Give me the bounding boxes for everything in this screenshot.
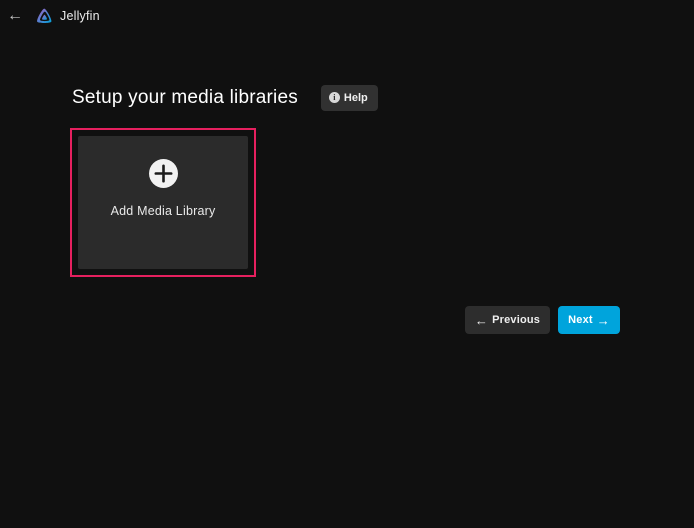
app-name: Jellyfin (60, 9, 100, 23)
add-card-label: Add Media Library (111, 204, 216, 218)
info-icon: i (329, 92, 340, 103)
previous-button-label: Previous (492, 314, 540, 326)
page-title: Setup your media libraries (72, 87, 298, 109)
focus-outline: Add Media Library (70, 128, 256, 277)
next-button-label: Next (568, 314, 593, 326)
app-logo: Jellyfin (35, 7, 100, 26)
plus-circle-icon (149, 159, 178, 188)
back-arrow-icon: ← (7, 8, 23, 24)
previous-button[interactable]: ← Previous (465, 306, 550, 334)
titlebar: ← Jellyfin (0, 0, 694, 32)
jellyfin-logo-icon (35, 7, 54, 26)
back-button[interactable]: ← (3, 4, 27, 28)
next-button[interactable]: Next → (558, 306, 620, 334)
wizard-nav: ← Previous Next → (465, 306, 620, 334)
right-arrow-icon: → (597, 314, 610, 327)
left-arrow-icon: ← (475, 314, 488, 327)
add-media-library-card[interactable]: Add Media Library (78, 136, 248, 269)
help-button[interactable]: i Help (321, 85, 378, 111)
help-button-label: Help (344, 92, 368, 104)
heading-row: Setup your media libraries i Help (72, 84, 378, 111)
